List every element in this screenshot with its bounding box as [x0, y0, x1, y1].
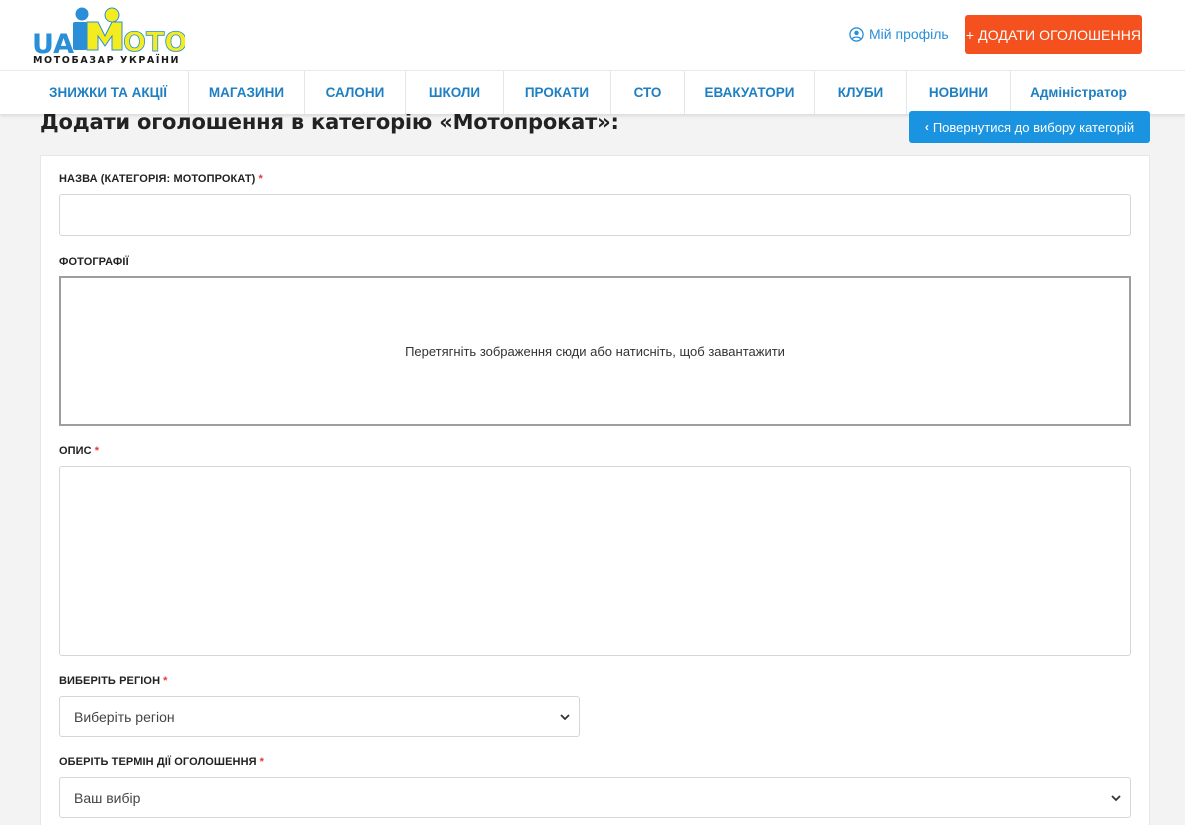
nav-item-admin[interactable]: Адміністратор — [1011, 71, 1146, 114]
user-circle-icon — [849, 26, 864, 42]
required-mark: * — [94, 445, 100, 457]
description-field-label: ОПИС * — [59, 445, 99, 457]
chevron-left-icon: ‹ — [924, 120, 929, 134]
nav-item-discounts[interactable]: ЗНИЖКИ ТА АКЦІЇ — [28, 71, 189, 114]
logo-oto-text: OTO — [123, 27, 185, 56]
term-select-value: Ваш вибір — [74, 789, 141, 806]
photos-field-label: ФОТОГРАФІЇ — [59, 256, 129, 268]
chevron-down-icon — [560, 713, 570, 720]
photo-dropzone[interactable]: Перетягніть зображення сюди або натисніт… — [59, 276, 1131, 426]
name-label-text: НАЗВА (КАТЕГОРІЯ: МОТОПРОКАТ) — [59, 173, 256, 185]
nav-item-salons[interactable]: САЛОНИ — [305, 71, 406, 114]
nav-item-rentals[interactable]: ПРОКАТИ — [504, 71, 611, 114]
back-to-categories-button[interactable]: ‹ Повернутися до вибору категорій — [909, 111, 1150, 143]
my-profile-label: Мій профіль — [869, 26, 949, 42]
top-bar: UA OTO МОТОБАЗАР УКРАЇНИ Мій профіль + Д… — [0, 0, 1185, 70]
description-label-text: ОПИС — [59, 445, 92, 457]
region-field-label: ВИБЕРІТЬ РЕГІОН * — [59, 675, 168, 687]
main-nav: ЗНИЖКИ ТА АКЦІЇ МАГАЗИНИ САЛОНИ ШКОЛИ ПР… — [0, 70, 1185, 114]
nav-item-evacuators[interactable]: ЕВАКУАТОРИ — [685, 71, 815, 114]
logo-mark-icon: UA OTO — [32, 7, 188, 60]
back-to-categories-label: Повернутися до вибору категорій — [932, 119, 1135, 135]
add-listing-button[interactable]: + ДОДАТИ ОГОЛОШЕННЯ — [965, 15, 1142, 54]
chevron-down-icon — [1111, 794, 1121, 801]
name-input[interactable] — [59, 194, 1131, 236]
description-textarea[interactable] — [59, 466, 1131, 656]
my-profile-link[interactable]: Мій профіль — [849, 25, 949, 43]
nav-item-clubs[interactable]: КЛУБИ — [815, 71, 907, 114]
nav-item-schools[interactable]: ШКОЛИ — [406, 71, 504, 114]
region-select[interactable]: Виберіть регіон — [59, 696, 580, 737]
nav-item-service[interactable]: СТО — [611, 71, 685, 114]
logo-ua-text: UA — [32, 29, 74, 56]
required-mark: * — [258, 173, 263, 185]
region-select-value: Виберіть регіон — [74, 708, 175, 725]
nav-item-shops[interactable]: МАГАЗИНИ — [189, 71, 305, 114]
name-field-label: НАЗВА (КАТЕГОРІЯ: МОТОПРОКАТ) * — [59, 173, 263, 185]
term-select[interactable]: Ваш вибір — [59, 777, 1131, 818]
logo-tagline: МОТОБАЗАР УКРАЇНИ — [33, 55, 181, 66]
term-field-label: ОБЕРІТЬ ТЕРМІН ДІЇ ОГОЛОШЕННЯ * — [59, 756, 264, 768]
site-logo[interactable]: UA OTO МОТОБАЗАР УКРАЇНИ — [30, 6, 188, 68]
nav-item-news[interactable]: НОВИНИ — [907, 71, 1011, 114]
required-mark: * — [259, 756, 265, 768]
region-label-text: ВИБЕРІТЬ РЕГІОН — [59, 675, 161, 687]
required-mark: * — [163, 675, 168, 687]
term-label-text: ОБЕРІТЬ ТЕРМІН ДІЇ ОГОЛОШЕННЯ — [59, 756, 257, 768]
dropzone-text: Перетягніть зображення сюди або натисніт… — [405, 343, 785, 359]
